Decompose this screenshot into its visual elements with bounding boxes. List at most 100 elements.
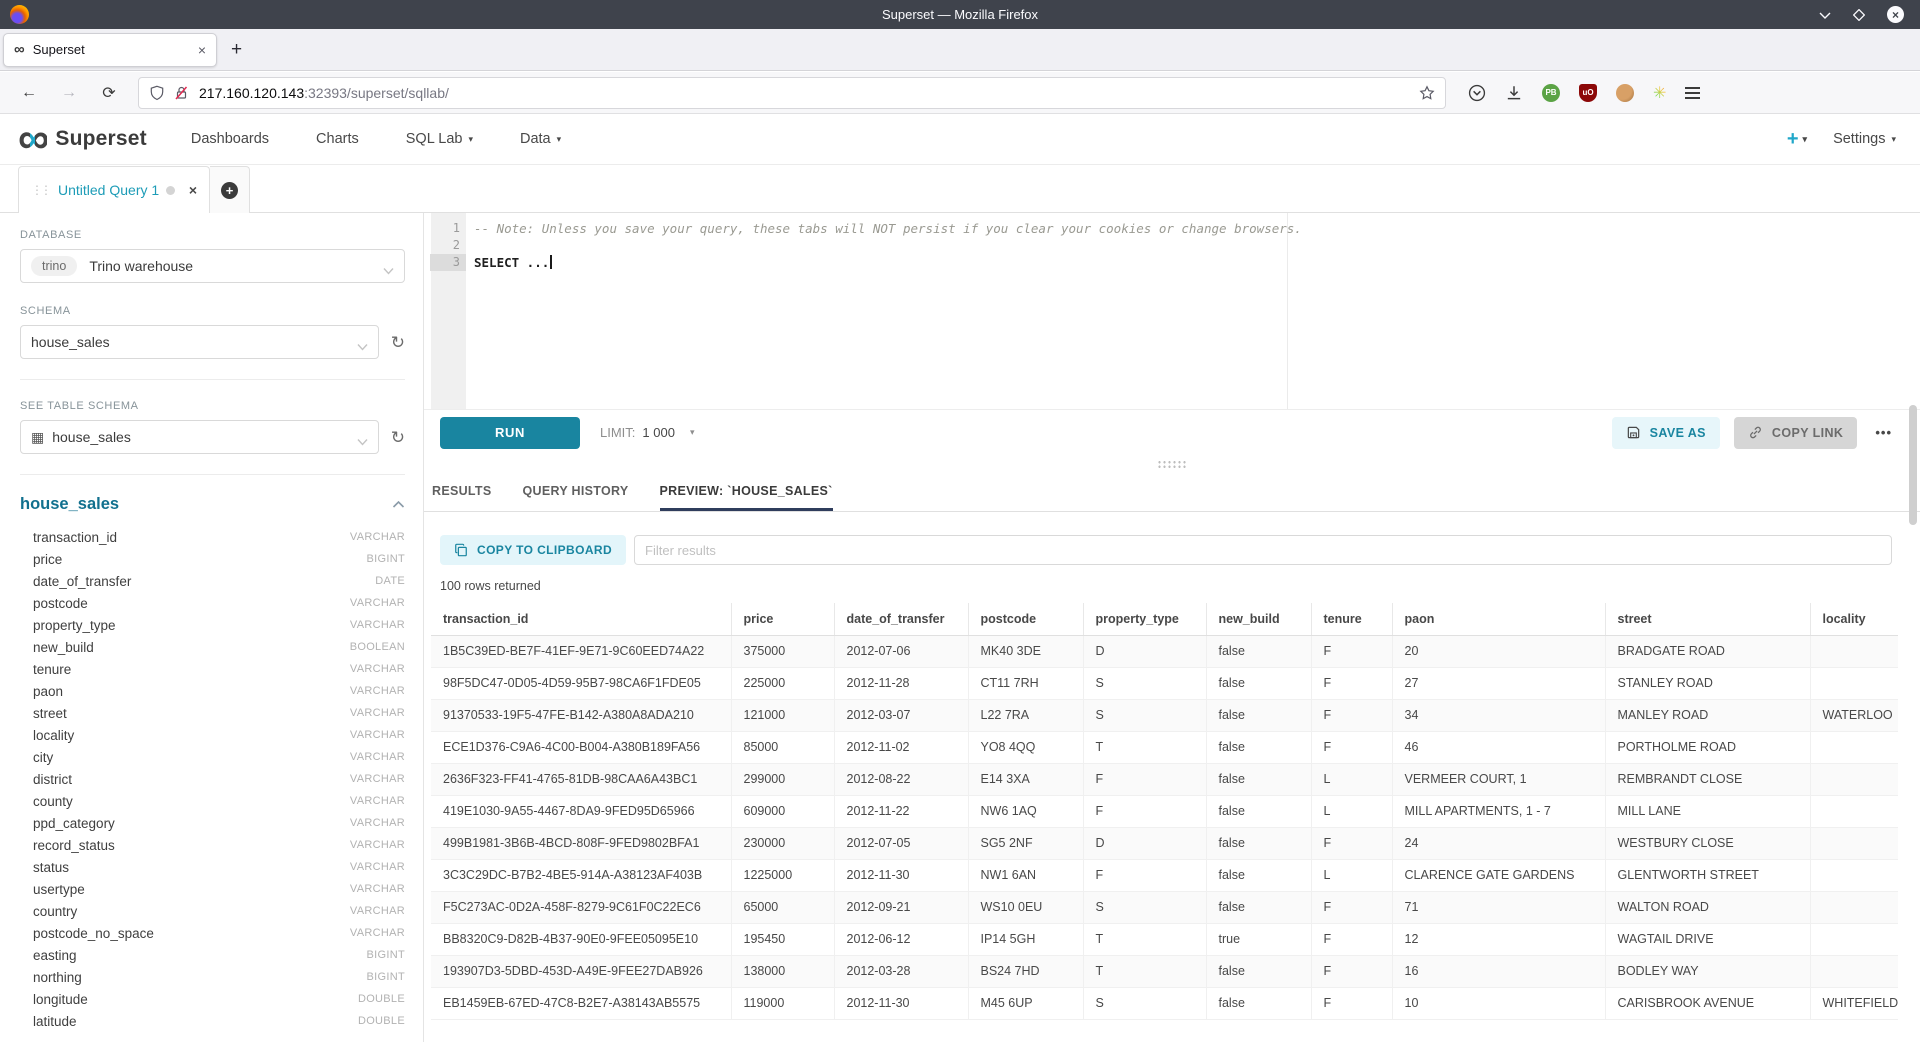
limit-dropdown[interactable]: LIMIT: 1 000 ▾ — [600, 425, 694, 440]
column-type: VARCHAR — [350, 927, 405, 939]
shield-icon[interactable] — [149, 85, 165, 101]
column-header-street[interactable]: street — [1605, 603, 1810, 635]
query-tab-label: Untitled Query 1 — [58, 182, 166, 198]
chevron-down-icon: ▾ — [1803, 134, 1808, 145]
more-options-button[interactable]: ••• — [1875, 425, 1892, 440]
minimize-icon[interactable] — [1819, 11, 1831, 19]
table-cell — [1810, 795, 1898, 827]
save-as-button[interactable]: SAVE AS — [1612, 417, 1720, 449]
query-tab-close-icon[interactable]: × — [189, 182, 197, 198]
schema-select[interactable]: house_sales — [20, 325, 379, 359]
column-header-paon[interactable]: paon — [1392, 603, 1605, 635]
drag-handle-icon[interactable] — [1157, 460, 1187, 468]
table-cell: 1B5C39ED-BE7F-41EF-9E71-9C60EED74A22 — [431, 635, 731, 667]
refresh-schemas-icon[interactable]: ↻ — [391, 334, 405, 351]
table-cell: F — [1311, 987, 1392, 1019]
insecure-lock-icon[interactable] — [173, 85, 190, 101]
table-cell: WHITEFIELD — [1810, 987, 1898, 1019]
add-query-tab-button[interactable]: + — [210, 166, 250, 213]
column-name: price — [33, 552, 367, 567]
column-header-price[interactable]: price — [731, 603, 834, 635]
column-header-transaction_id[interactable]: transaction_id — [431, 603, 731, 635]
table-cell: 2012-03-07 — [834, 699, 968, 731]
drag-grip-icon[interactable]: ⋮⋮ — [31, 183, 49, 197]
column-header-date_of_transfer[interactable]: date_of_transfer — [834, 603, 968, 635]
tab-close-icon[interactable]: × — [198, 42, 206, 58]
downloads-icon[interactable] — [1505, 84, 1523, 102]
table-cell: MK40 3DE — [968, 635, 1083, 667]
column-header-property_type[interactable]: property_type — [1083, 603, 1206, 635]
column-name: postcode — [33, 596, 350, 611]
schema-column-row: latitudeDOUBLE — [20, 1010, 405, 1032]
table-cell: PORTHOLME ROAD — [1605, 731, 1810, 763]
refresh-tables-icon[interactable]: ↻ — [391, 429, 405, 446]
chevron-down-icon — [383, 262, 394, 280]
limit-label: LIMIT: — [600, 425, 635, 440]
back-icon[interactable]: ← — [18, 84, 40, 102]
run-button[interactable]: RUN — [440, 417, 580, 449]
forward-icon[interactable]: → — [58, 84, 80, 102]
line-number-active: 3 — [430, 254, 466, 271]
results-tab-preview-house-sales[interactable]: PREVIEW: `HOUSE_SALES` — [660, 472, 833, 511]
copy-to-clipboard-button[interactable]: COPY TO CLIPBOARD — [440, 535, 626, 565]
results-tab-results[interactable]: RESULTS — [432, 472, 492, 511]
table-cell: L — [1311, 795, 1392, 827]
table-row: 499B1981-3B6B-4BCD-808F-9FED9802BFA12300… — [431, 827, 1898, 859]
sql-comment-line: -- Note: Unless you save your query, the… — [474, 221, 1302, 236]
close-icon[interactable]: × — [1887, 6, 1904, 23]
line-number: 2 — [434, 237, 460, 254]
table-cell: F — [1311, 699, 1392, 731]
schema-column-row: localityVARCHAR — [20, 724, 405, 746]
database-select[interactable]: trino Trino warehouse — [20, 249, 405, 283]
column-type: VARCHAR — [350, 685, 405, 697]
reload-icon[interactable]: ⟳ — [98, 83, 120, 103]
copy-link-button[interactable]: COPY LINK — [1734, 417, 1857, 449]
scrollbar-thumb[interactable] — [1909, 405, 1917, 525]
url-field[interactable]: 217.160.120.143:32393/superset/sqllab/ — [138, 77, 1446, 109]
table-cell: MILL APARTMENTS, 1 - 7 — [1392, 795, 1605, 827]
browser-tab-superset[interactable]: ∞ Superset × — [3, 33, 217, 67]
new-tab-button[interactable]: + — [231, 39, 242, 61]
pocket-icon[interactable] — [1468, 84, 1486, 102]
save-icon — [1626, 425, 1641, 440]
privacy-badger-icon[interactable]: PB — [1542, 84, 1560, 102]
settings-menu[interactable]: Settings▾ — [1833, 131, 1896, 147]
query-tab-untitled[interactable]: ⋮⋮ Untitled Query 1 × — [18, 166, 210, 213]
schema-column-row: usertypeVARCHAR — [20, 878, 405, 900]
table-cell: S — [1083, 667, 1206, 699]
table-columns-list: transaction_idVARCHARpriceBIGINTdate_of_… — [20, 526, 405, 1032]
cookie-extension-icon[interactable] — [1616, 84, 1634, 102]
menu-icon[interactable] — [1685, 87, 1700, 99]
column-name: district — [33, 772, 350, 787]
table-cell: false — [1206, 667, 1311, 699]
table-cell: D — [1083, 827, 1206, 859]
superset-logo[interactable]: ∞ Superset — [18, 126, 147, 152]
pane-divider[interactable] — [424, 455, 1920, 472]
column-header-postcode[interactable]: postcode — [968, 603, 1083, 635]
table-cell: 65000 — [731, 891, 834, 923]
table-cell: L22 7RA — [968, 699, 1083, 731]
column-header-locality[interactable]: locality — [1810, 603, 1898, 635]
column-header-tenure[interactable]: tenure — [1311, 603, 1392, 635]
nav-item-data[interactable]: Data▾ — [520, 131, 561, 147]
extension-asterisk-icon[interactable]: ✳ — [1653, 83, 1666, 103]
maximize-icon[interactable] — [1853, 9, 1865, 21]
table-select[interactable]: ▦ house_sales — [20, 420, 379, 454]
sql-editor[interactable]: 1 2 3 -- Note: Unless you save your quer… — [424, 213, 1920, 410]
nav-item-charts[interactable]: Charts — [316, 131, 359, 147]
table-cell: 119000 — [731, 987, 834, 1019]
table-cell: 2636F323-FF41-4765-81DB-98CAA6A43BC1 — [431, 763, 731, 795]
url-host: 217.160.120.143 — [199, 85, 304, 101]
divider — [20, 379, 405, 380]
add-new-button[interactable]: +▾ — [1787, 128, 1807, 151]
ublock-icon[interactable]: uO — [1579, 84, 1597, 102]
navbar-items: Dashboards Charts SQL Lab▾ Data▾ — [191, 131, 561, 147]
column-header-new_build[interactable]: new_build — [1206, 603, 1311, 635]
filter-results-input[interactable] — [634, 535, 1892, 565]
caret-down-icon: ▾ — [690, 427, 695, 438]
bookmark-star-icon[interactable] — [1419, 85, 1435, 101]
collapse-chevron-icon[interactable] — [392, 496, 405, 514]
nav-item-sql-lab[interactable]: SQL Lab▾ — [406, 131, 473, 147]
results-tab-query-history[interactable]: QUERY HISTORY — [523, 472, 629, 511]
nav-item-dashboards[interactable]: Dashboards — [191, 131, 269, 147]
